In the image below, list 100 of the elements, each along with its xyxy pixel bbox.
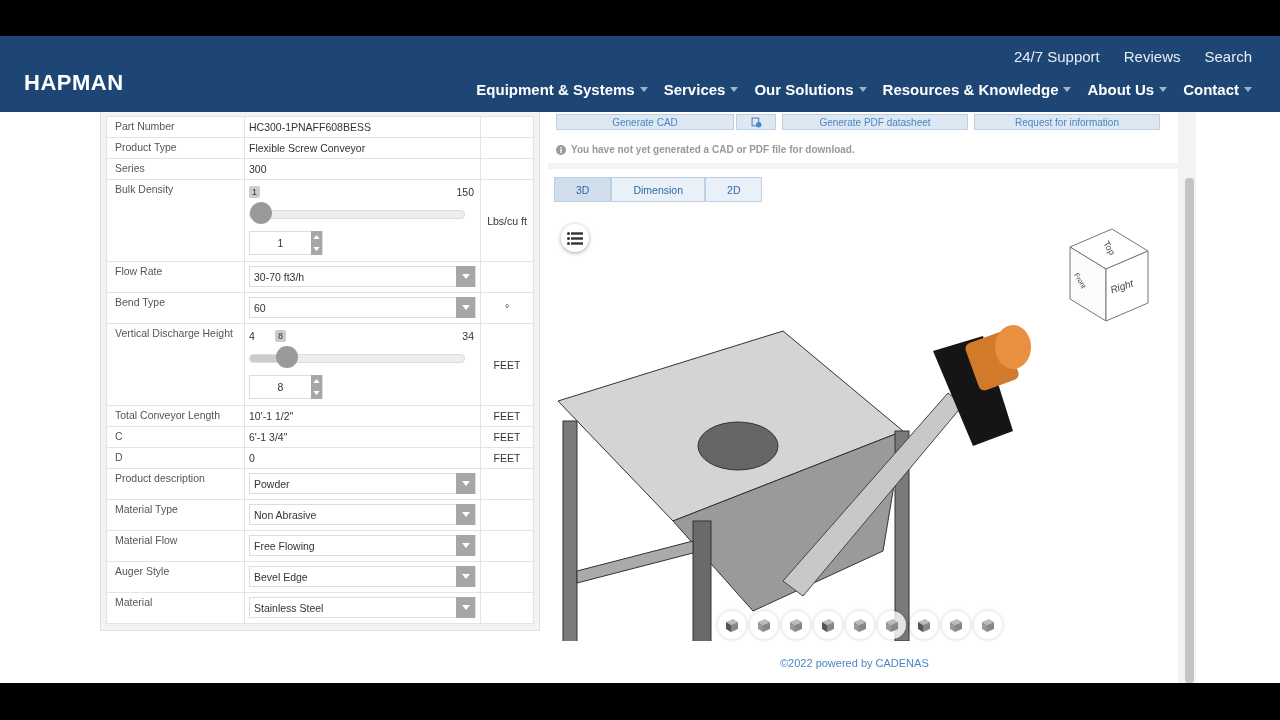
spec-label: Product Type xyxy=(115,141,177,153)
cube-icon xyxy=(756,617,772,633)
cube-icon xyxy=(916,617,932,633)
view-button[interactable] xyxy=(718,611,746,639)
spec-label: Material Type xyxy=(115,503,178,515)
spec-label: Bulk Density xyxy=(115,183,174,195)
dropdown[interactable]: 60 xyxy=(249,297,476,318)
settings-icon xyxy=(750,116,762,128)
down-caret-icon[interactable] xyxy=(313,391,320,395)
view-button[interactable] xyxy=(974,611,1002,639)
caret-icon xyxy=(461,543,470,548)
cube-icon xyxy=(724,617,740,633)
spec-value: HC300-1PNAFF608BESS xyxy=(249,121,371,133)
cube-label: Top xyxy=(1101,239,1118,257)
spec-label: C xyxy=(115,430,123,442)
spec-value: 0 xyxy=(249,452,255,464)
caret-icon xyxy=(858,87,867,92)
caret-icon xyxy=(461,274,470,279)
view-tab[interactable]: Dimension xyxy=(611,177,706,202)
view-button[interactable] xyxy=(814,611,842,639)
nav-menu[interactable]: Contact xyxy=(1183,81,1252,98)
number-input[interactable]: 1 xyxy=(249,231,323,255)
caret-icon xyxy=(1244,87,1252,92)
view-button[interactable] xyxy=(878,611,906,639)
view-button[interactable] xyxy=(910,611,938,639)
top-link[interactable]: Search xyxy=(1204,48,1252,65)
view-button[interactable] xyxy=(782,611,810,639)
cube-icon xyxy=(852,617,868,633)
dropdown[interactable]: Free Flowing xyxy=(249,535,476,556)
notice-text: You have not yet generated a CAD or PDF file for download. xyxy=(571,144,855,155)
dropdown[interactable]: Non Abrasive xyxy=(249,504,476,525)
spec-label: Material xyxy=(115,596,153,608)
slider-max: 34 xyxy=(462,330,474,342)
view-button[interactable] xyxy=(942,611,970,639)
dropdown[interactable]: Stainless Steel xyxy=(249,597,476,618)
top-link[interactable]: Reviews xyxy=(1123,48,1181,65)
view-button[interactable] xyxy=(750,611,778,639)
up-caret-icon[interactable] xyxy=(313,235,320,239)
caret-icon xyxy=(461,574,470,579)
nav-menu[interactable]: Our Solutions xyxy=(754,81,867,98)
caret-icon xyxy=(461,605,470,610)
caret-icon xyxy=(461,481,470,486)
unit-label: ° xyxy=(504,301,510,314)
spec-value: 300 xyxy=(249,163,267,175)
spec-label: Vertical Discharge Height xyxy=(115,327,233,339)
nav-menu[interactable]: About Us xyxy=(1087,81,1168,98)
spec-label: D xyxy=(115,451,123,463)
spec-label: Total Conveyor Length xyxy=(115,409,221,421)
list-button[interactable] xyxy=(561,224,589,252)
info-icon xyxy=(556,144,566,155)
top-link[interactable]: 24/7 Support xyxy=(1013,48,1100,65)
view-tab[interactable]: 3D xyxy=(554,177,612,202)
spec-label: Bend Type xyxy=(115,296,165,308)
caret-icon xyxy=(1063,87,1072,92)
caret-icon xyxy=(730,87,739,92)
logo[interactable]: HAPMAN xyxy=(24,70,124,96)
cube-icon xyxy=(820,617,836,633)
caret-icon xyxy=(1159,87,1168,92)
slider-min: 4 xyxy=(249,330,255,342)
view-button[interactable] xyxy=(846,611,874,639)
number-input[interactable]: 8 xyxy=(249,375,323,399)
scrollbar[interactable] xyxy=(1185,178,1194,683)
slider-thumb[interactable] xyxy=(250,202,272,224)
cube-icon xyxy=(980,617,996,633)
spec-label: Product description xyxy=(115,472,205,484)
dropdown[interactable]: Powder xyxy=(249,473,476,494)
spec-label: Material Flow xyxy=(115,534,178,546)
down-caret-icon[interactable] xyxy=(313,247,320,251)
unit-label: Lbs/cu ft xyxy=(487,214,527,227)
nav-menu[interactable]: Resources & Knowledge xyxy=(882,81,1072,98)
spec-label: Series xyxy=(115,162,145,174)
settings-button[interactable] xyxy=(736,114,776,130)
unit-label: FEET xyxy=(493,410,521,422)
list-icon xyxy=(567,231,583,245)
spec-label: Auger Style xyxy=(115,565,170,577)
view-cube[interactable] xyxy=(1066,225,1152,325)
value-badge: 8 xyxy=(275,330,286,342)
cube-icon xyxy=(884,617,900,633)
dropdown[interactable]: 30-70 ft3/h xyxy=(249,266,476,287)
caret-icon xyxy=(639,87,648,92)
nav-menu[interactable]: Services xyxy=(663,81,739,98)
up-caret-icon[interactable] xyxy=(313,379,320,383)
unit-label: FEET xyxy=(493,431,521,443)
powered-by-text: ©2022 powered by CADENAS xyxy=(780,657,929,669)
cube-icon xyxy=(788,617,804,633)
view-tab[interactable]: 2D xyxy=(705,177,763,202)
slider-max: 150 xyxy=(456,186,474,198)
spec-value: Flexible Screw Conveyor xyxy=(249,142,366,154)
unit-label: FEET xyxy=(493,452,521,464)
value-badge: 1 xyxy=(249,186,260,198)
dropdown[interactable]: Bevel Edge xyxy=(249,566,476,587)
unit-label: FEET xyxy=(493,358,521,371)
cube-label: Right xyxy=(1108,277,1135,296)
nav-menu[interactable]: Equipment & Systems xyxy=(476,81,648,98)
spec-value: 6'-1 3/4" xyxy=(249,431,288,443)
caret-icon xyxy=(461,512,470,517)
spec-label: Part Number xyxy=(115,120,175,132)
caret-icon xyxy=(461,305,470,310)
slider-thumb[interactable] xyxy=(275,346,298,368)
cube-icon xyxy=(948,617,964,633)
